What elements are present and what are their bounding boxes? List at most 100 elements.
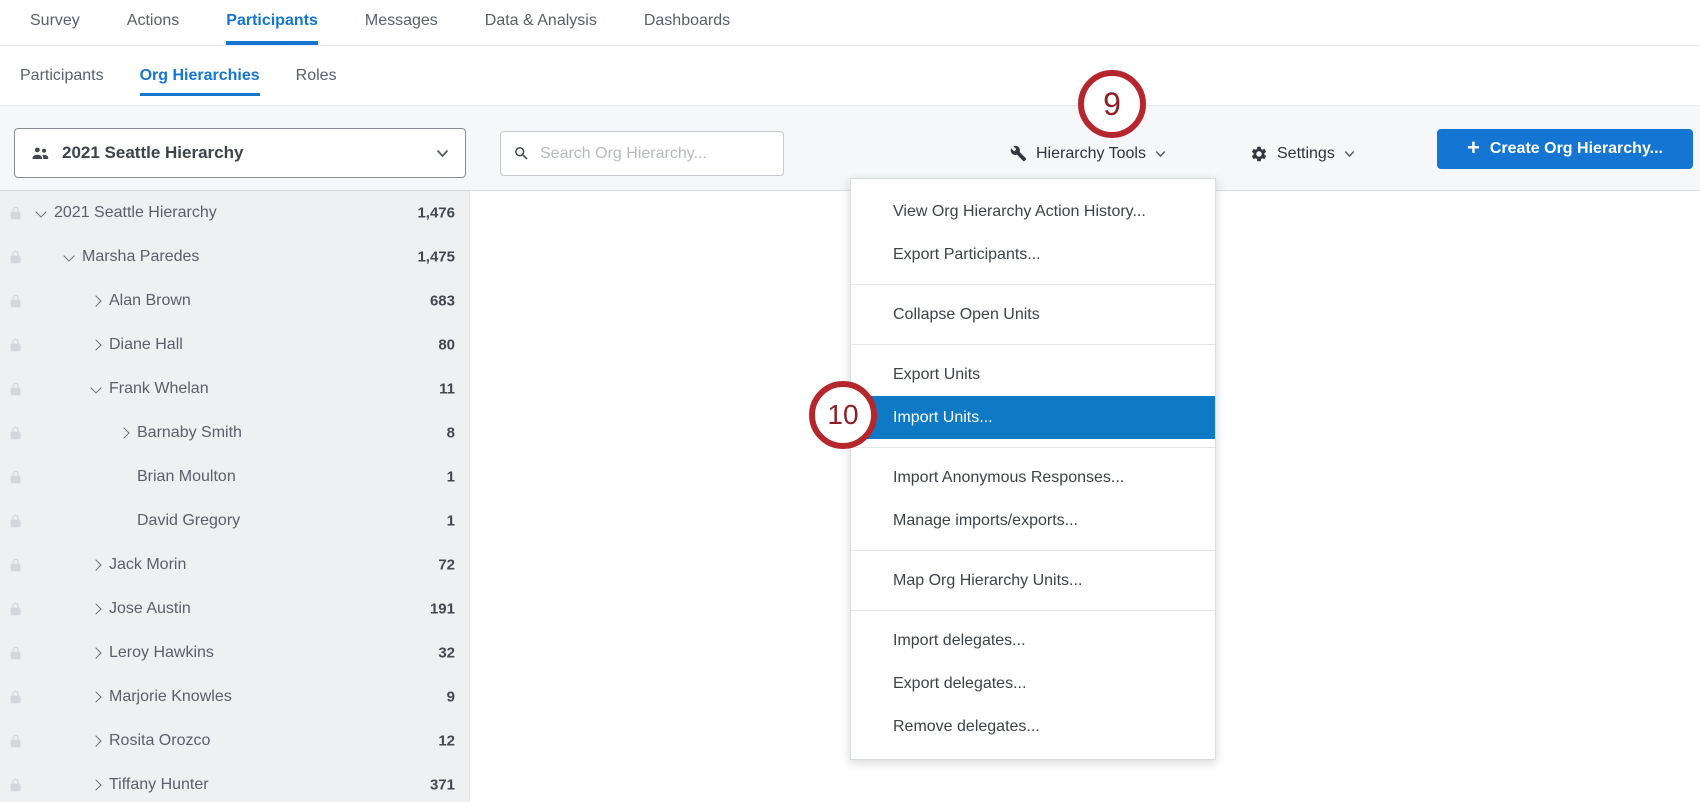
tree-node-name: Alan Brown: [109, 292, 191, 310]
tree-node-count: 1,476: [417, 205, 455, 222]
chevron-down-icon[interactable]: [90, 382, 101, 393]
tree-node-name: Marsha Paredes: [82, 248, 199, 266]
menu-item-collapse-open-units[interactable]: Collapse Open Units: [851, 293, 1215, 336]
plus-icon: +: [1467, 137, 1480, 159]
chevron-right-icon[interactable]: [90, 295, 101, 306]
create-org-hierarchy-button[interactable]: + Create Org Hierarchy...: [1437, 129, 1693, 169]
hierarchy-tools-label: Hierarchy Tools: [1036, 145, 1146, 163]
tree-row-frank-whelan[interactable]: Frank Whelan11: [0, 367, 469, 411]
menu-item-export-delegates[interactable]: Export delegates...: [851, 662, 1215, 705]
top-nav-item-dashboards[interactable]: Dashboards: [644, 0, 730, 45]
tree-node: Frank Whelan: [92, 367, 209, 411]
menu-item-map-org-hierarchy-units[interactable]: Map Org Hierarchy Units...: [851, 559, 1215, 602]
create-org-hierarchy-label: Create Org Hierarchy...: [1490, 140, 1663, 158]
tree-node-name: Jose Austin: [109, 600, 191, 618]
chevron-right-icon[interactable]: [90, 559, 101, 570]
tree-row-jack-morin[interactable]: Jack Morin 72: [0, 543, 469, 587]
settings-button[interactable]: Settings: [1250, 131, 1355, 176]
tree-node: Alan Brown: [92, 279, 191, 323]
annotation-step-10-label: 10: [827, 399, 858, 431]
tree-node-name: Leroy Hawkins: [109, 644, 214, 662]
chevron-right-icon[interactable]: [90, 735, 101, 746]
top-nav-item-messages[interactable]: Messages: [365, 0, 438, 45]
tree-row-barnaby-smith[interactable]: Barnaby Smith8: [0, 411, 469, 455]
tree-row-brian-moulton[interactable]: Brian Moulton1: [0, 455, 469, 499]
menu-group: Import delegates...Export delegates...Re…: [851, 610, 1215, 748]
tree-node: Jose Austin: [92, 587, 191, 631]
chevron-right-icon[interactable]: [90, 691, 101, 702]
tree-node: Marjorie Knowles: [92, 675, 232, 719]
chevron-down-icon: [1344, 150, 1355, 158]
menu-group: Export UnitsImport Units...: [851, 344, 1215, 439]
tree-panel: 2021 Seattle Hierarchy 1,476 Marsha Parede…: [0, 191, 470, 802]
menu-item-export-units[interactable]: Export Units: [851, 353, 1215, 396]
tree-row-marsha-paredes[interactable]: Marsha Paredes 1,475: [0, 235, 469, 279]
tree-node-count: 1: [447, 513, 455, 530]
annotation-step-9: 9: [1078, 70, 1146, 138]
tree-node-count: 191: [430, 601, 455, 618]
lock-icon: [8, 733, 23, 749]
tree-node-name: Frank Whelan: [109, 380, 209, 398]
tree-node-count: 1,475: [417, 249, 455, 266]
sub-nav-item-roles[interactable]: Roles: [296, 56, 337, 96]
tree-row-leroy-hawkins[interactable]: Leroy Hawkins 32: [0, 631, 469, 675]
menu-item-import-anonymous-responses[interactable]: Import Anonymous Responses...: [851, 456, 1215, 499]
chevron-right-icon[interactable]: [90, 339, 101, 350]
hierarchy-tools-button[interactable]: Hierarchy Tools: [1010, 131, 1166, 176]
chevron-right-icon[interactable]: [90, 603, 101, 614]
tree-node: Marsha Paredes: [65, 235, 199, 279]
lock-icon: [8, 689, 23, 705]
tree-node-name: 2021 Seattle Hierarchy: [54, 204, 217, 222]
chevron-right-icon[interactable]: [118, 427, 129, 438]
tree-row-diane-hall[interactable]: Diane Hall80: [0, 323, 469, 367]
tree-node-count: 371: [430, 777, 455, 794]
menu-item-manage-imports-exports[interactable]: Manage imports/exports...: [851, 499, 1215, 542]
app-window: Survey Actions Participants Messages Data & …: [0, 0, 1700, 802]
sub-nav: Participants Org Hierarchies Roles: [0, 46, 1700, 106]
tree-node: Jack Morin: [92, 543, 186, 587]
menu-item-view-org-hierarchy-action-history[interactable]: View Org Hierarchy Action History...: [851, 190, 1215, 233]
menu-item-export-participants[interactable]: Export Participants...: [851, 233, 1215, 276]
tree-node-count: 32: [438, 645, 455, 662]
menu-group: Map Org Hierarchy Units...: [851, 550, 1215, 602]
tree-row-jose-austin[interactable]: Jose Austin 191: [0, 587, 469, 631]
sub-nav-item-org-hierarchies[interactable]: Org Hierarchies: [140, 56, 260, 96]
tree-row-david-gregory[interactable]: David Gregory 1: [0, 499, 469, 543]
tree-row-2021-seattle-hierarchy[interactable]: 2021 Seattle Hierarchy 1,476: [0, 191, 469, 235]
tree-row-tiffany-hunter[interactable]: Tiffany Hunter 371: [0, 763, 469, 802]
menu-item-import-delegates[interactable]: Import delegates...: [851, 619, 1215, 662]
menu-item-import-units[interactable]: Import Units...: [851, 396, 1215, 439]
chevron-down-icon[interactable]: [63, 250, 74, 261]
tree-node: David Gregory: [120, 499, 240, 543]
sub-nav-item-participants[interactable]: Participants: [20, 56, 104, 96]
chevron-down-icon[interactable]: [35, 206, 46, 217]
top-nav: Survey Actions Participants Messages Data & …: [0, 0, 1700, 46]
top-nav-item-survey[interactable]: Survey: [30, 0, 80, 45]
tree-row-marjorie-knowles[interactable]: Marjorie Knowles9: [0, 675, 469, 719]
top-nav-item-participants[interactable]: Participants: [226, 0, 318, 45]
tree-row-rosita-orozco[interactable]: Rosita Orozco12: [0, 719, 469, 763]
hierarchy-selector-value: 2021 Seattle Hierarchy: [62, 143, 436, 163]
menu-item-remove-delegates[interactable]: Remove delegates...: [851, 705, 1215, 748]
top-nav-item-actions[interactable]: Actions: [127, 0, 179, 45]
search-icon: [513, 145, 530, 162]
top-nav-item-data-analysis[interactable]: Data & Analysis: [485, 0, 597, 45]
tree-node-name: Jack Morin: [109, 556, 186, 574]
tree-node-count: 1: [447, 469, 455, 486]
settings-label: Settings: [1277, 145, 1335, 163]
chevron-down-icon: [1155, 150, 1166, 158]
tree-node: Barnaby Smith: [120, 411, 242, 455]
lock-icon: [8, 205, 23, 221]
search-input[interactable]: [540, 145, 771, 163]
tree-node: Leroy Hawkins: [92, 631, 214, 675]
chevron-right-icon[interactable]: [90, 647, 101, 658]
chevron-right-icon[interactable]: [90, 779, 101, 790]
lock-icon: [8, 777, 23, 793]
tree-node-name: Tiffany Hunter: [109, 776, 209, 794]
tree-node-count: 72: [438, 557, 455, 574]
menu-group: Collapse Open Units: [851, 284, 1215, 336]
tree-row-alan-brown[interactable]: Alan Brown683: [0, 279, 469, 323]
tree-node-name: Rosita Orozco: [109, 732, 210, 750]
menu-group: Import Anonymous Responses...Manage impo…: [851, 447, 1215, 542]
hierarchy-selector[interactable]: 2021 Seattle Hierarchy: [14, 128, 466, 178]
